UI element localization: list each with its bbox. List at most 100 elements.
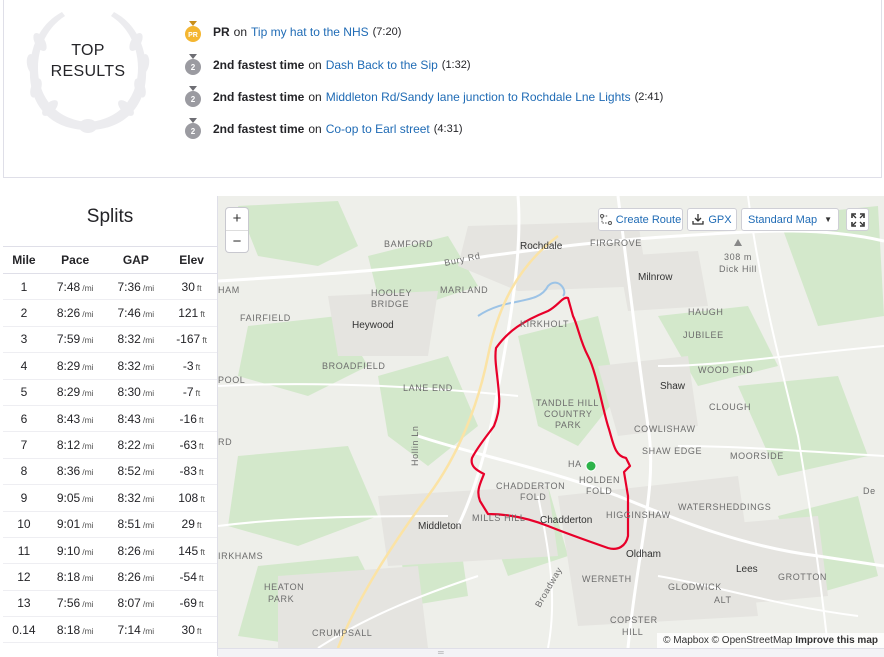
split-gap-value: 8:26 (117, 569, 141, 584)
split-row: 0.14 8:18/mi 7:14/mi 30 ft (3, 616, 217, 644)
zoom-in-button[interactable]: + (226, 208, 248, 231)
split-pace-value: 7:59 (56, 332, 81, 347)
map-label: Shaw (660, 381, 686, 392)
split-elev-value: -3 (182, 358, 194, 373)
split-unit: /mi (142, 361, 155, 372)
split-unit: /mi (82, 309, 94, 320)
create-route-button[interactable]: Create Route (598, 208, 683, 231)
achievement-on: on (308, 90, 322, 104)
split-unit: ft (198, 572, 204, 583)
map-label: HIGGINSHAW (606, 510, 671, 520)
map-label: MARLAND (440, 285, 488, 295)
split-gap: 7:46/mi (105, 299, 167, 327)
splits-title: Splits (86, 206, 134, 227)
split-gap: 7:36/mi (105, 273, 167, 301)
achievement-row: 2 2nd fastest time on Dash Back to the S… (184, 54, 471, 76)
map-label: Milnrow (638, 272, 673, 283)
map-label: PARK (555, 420, 581, 430)
split-row: 8 8:36/mi 8:52/mi -83 ft (3, 458, 217, 486)
gpx-button[interactable]: GPX (687, 208, 737, 231)
map-label: GLODWICK (668, 582, 722, 592)
segment-link[interactable]: Tip my hat to the NHS (251, 25, 369, 39)
map-label: FOLD (586, 486, 612, 496)
map-style-dropdown[interactable]: Standard Map ▼ (741, 208, 839, 231)
split-unit: /mi (142, 282, 155, 293)
split-gap-value: 7:46 (117, 306, 141, 321)
splits-panel: Splits Mile Pace GAP Elev 1 7:48/mi 7:36/m… (3, 196, 218, 656)
zoom-out-button[interactable]: − (226, 231, 248, 253)
split-gap: 8:32/mi (105, 352, 167, 380)
map-label: De (863, 486, 876, 496)
split-unit: ft (202, 335, 207, 346)
col-elev: Elev (166, 246, 217, 274)
split-unit: ft (196, 282, 202, 293)
top-results-line2: RESULTS (50, 63, 126, 80)
split-pace: 8:18/mi (44, 616, 106, 644)
achievement-on: on (308, 122, 322, 136)
map-label: MILLS HILL (472, 513, 526, 523)
split-pace-value: 8:29 (56, 358, 81, 373)
attribution-text: © Mapbox © OpenStreetMap (663, 635, 793, 646)
split-pace: 8:12/mi (44, 431, 106, 459)
split-elev: -83 ft (166, 458, 217, 486)
segment-link[interactable]: Dash Back to the Sip (326, 58, 438, 72)
segment-link[interactable]: Middleton Rd/Sandy lane junction to Roch… (326, 90, 631, 104)
split-pace-value: 8:12 (56, 438, 81, 453)
split-unit: /mi (82, 572, 94, 583)
map-label: PARK (268, 594, 294, 604)
achievement-row: 2 2nd fastest time on Co-op to Earl stre… (184, 118, 463, 140)
top-results-line1: TOP (71, 42, 105, 59)
map-label: HOLDEN (579, 475, 620, 485)
split-pace: 8:43/mi (44, 405, 106, 433)
achievement-label: 2nd fastest time (213, 58, 305, 72)
splits-table: Mile Pace GAP Elev 1 7:48/mi 7:36/mi 30 ft 2 8… (3, 246, 217, 644)
split-elev: 108 ft (166, 484, 217, 512)
split-mile: 9 (3, 484, 45, 512)
split-elev-value: -16 (179, 411, 197, 426)
split-elev-value: 108 (178, 490, 199, 505)
route-map[interactable]: BAMFORD Rochdale FIRGROVE Bury Rd HOOLEY… (218, 196, 884, 648)
segment-link[interactable]: Co-op to Earl street (326, 122, 430, 136)
second-place-medal-icon: 2 (185, 118, 201, 139)
achievement-label: 2nd fastest time (213, 122, 305, 136)
map-label: HILL (622, 627, 643, 637)
split-mile-value: 4 (20, 358, 28, 373)
split-unit: /mi (142, 625, 155, 636)
split-unit: /mi (142, 309, 155, 320)
fullscreen-button[interactable] (846, 208, 869, 231)
drag-handle-icon[interactable]: ═ (438, 649, 444, 657)
split-gap: 8:22/mi (105, 431, 167, 459)
split-mile: 7 (3, 431, 45, 459)
split-unit: /mi (82, 625, 94, 636)
map-attribution: © Mapbox © OpenStreetMap Improve this ma… (657, 633, 884, 648)
map-label: Oldham (626, 549, 661, 560)
split-pace: 9:10/mi (44, 537, 106, 565)
map-label: ALT (714, 595, 732, 605)
split-elev-value: -69 (179, 596, 197, 611)
split-pace-value: 9:01 (56, 517, 81, 532)
split-gap-value: 7:14 (117, 622, 141, 637)
improve-map-link[interactable]: Improve this map (795, 635, 878, 646)
split-mile-value: 3 (20, 332, 28, 347)
split-gap-value: 8:26 (117, 543, 141, 558)
split-gap: 8:43/mi (105, 405, 167, 433)
split-unit: /mi (82, 546, 94, 557)
map-canvas: BAMFORD Rochdale FIRGROVE Bury Rd HOOLEY… (218, 196, 884, 648)
segment-time: (7:20) (372, 26, 402, 38)
map-style-label: Standard Map (747, 213, 818, 226)
split-pace: 7:59/mi (44, 326, 106, 354)
split-unit: ft (198, 599, 204, 610)
split-unit: /mi (82, 388, 94, 399)
split-unit: /mi (142, 520, 155, 531)
split-unit: /mi (82, 467, 94, 478)
route-icon (599, 214, 612, 225)
split-pace-value: 8:18 (56, 622, 81, 637)
map-label: RD (218, 437, 232, 447)
map-label: Hollin Ln (410, 426, 420, 466)
map-label: HAUGH (688, 307, 724, 317)
split-gap-value: 8:52 (117, 464, 141, 479)
map-label: Heywood (352, 320, 394, 331)
split-mile: 13 (3, 590, 45, 618)
split-mile-value: 11 (17, 543, 31, 558)
map-label: CLOUGH (709, 402, 751, 412)
